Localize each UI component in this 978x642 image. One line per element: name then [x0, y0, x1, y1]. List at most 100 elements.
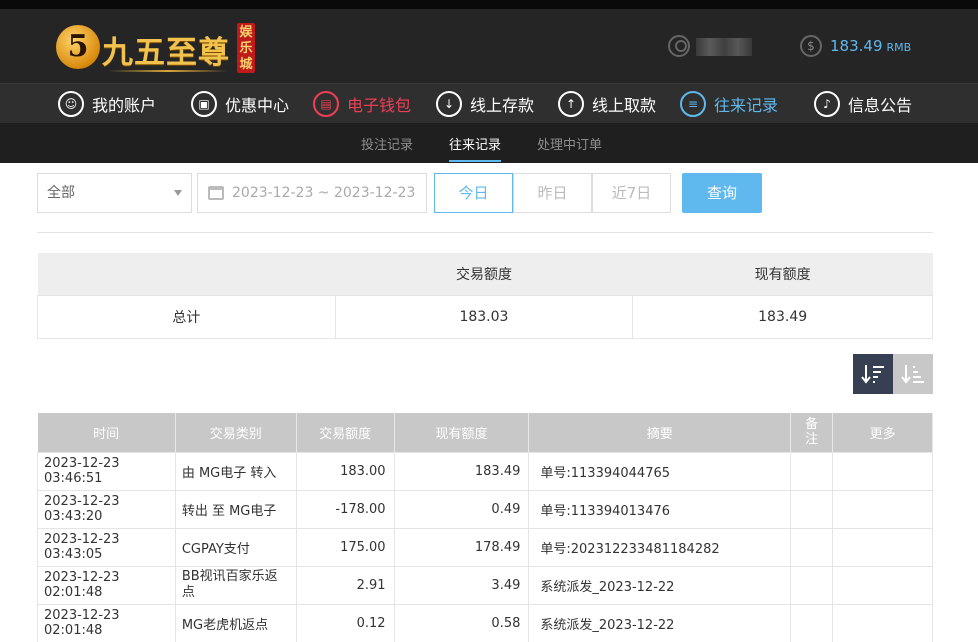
sub-nav: 投注记录 往来记录 处理中订单 — [0, 123, 978, 163]
cell-remark — [790, 451, 834, 491]
cell-more[interactable] — [832, 603, 933, 642]
sort-descending-button[interactable] — [853, 354, 893, 394]
balance-icon: $ — [800, 35, 822, 57]
cell-remark — [790, 603, 834, 642]
cell-summary: 单号:202312233481184282 — [528, 527, 792, 567]
col-header-type: 交易类别 — [175, 413, 297, 452]
cell-type: 由 MG电子 转入 — [174, 451, 297, 491]
yesterday-button[interactable]: 昨日 — [513, 173, 592, 213]
transaction-type-select[interactable]: 全部 — [37, 173, 192, 213]
nav-label: 电子钱包 — [347, 96, 412, 115]
tab-bet-records[interactable]: 投注记录 — [361, 134, 413, 153]
cell-type: MG老虎机返点 — [174, 603, 297, 642]
sort-descending-icon — [861, 365, 884, 384]
cell-more[interactable] — [832, 527, 933, 567]
summary-row: 总计 183.03 183.49 — [37, 294, 933, 339]
table-row: 2023-12-23 03:43:05 CGPAY支付 175.00 178.4… — [37, 527, 933, 567]
cell-balance: 0.58 — [393, 603, 530, 642]
user-avatar-icon — [668, 35, 690, 57]
col-header-amount: 交易额度 — [296, 413, 395, 452]
nav-my-account[interactable]: ☺ 我的账户 — [58, 90, 156, 118]
cell-summary: 系统派发_2023-12-22 — [528, 603, 792, 642]
col-header-more: 更多 — [832, 413, 933, 452]
summary-header: 交易额度 — [335, 253, 633, 295]
gift-icon: ▣ — [191, 91, 217, 117]
cell-summary: 单号:113394044765 — [528, 451, 792, 491]
last-7-days-button[interactable]: 近7日 — [592, 173, 671, 213]
logo-badge: 娱乐城 — [237, 23, 255, 73]
summary-cell: 183.49 — [632, 294, 933, 339]
col-header-summary: 摘要 — [528, 413, 792, 452]
logo-flourish — [108, 70, 228, 72]
sort-ascending-button[interactable] — [893, 354, 933, 394]
cell-more[interactable] — [832, 565, 933, 605]
nav-online-withdraw[interactable]: ↑ 线上取款 — [558, 90, 656, 118]
nav-label: 我的账户 — [92, 96, 157, 115]
cell-type: 转出 至 MG电子 — [174, 489, 297, 529]
chevron-down-icon — [174, 190, 182, 196]
cell-time: 2023-12-23 03:46:51 — [37, 451, 176, 491]
cell-remark — [790, 489, 834, 529]
nav-transaction-records[interactable]: ≡ 往来记录 — [680, 90, 778, 118]
date-range-input[interactable]: 2023-12-23 ~ 2023-12-23 — [197, 173, 427, 213]
cell-amount: 175.00 — [295, 527, 395, 567]
site-header: 5 九五至尊 娱乐城 $ 183.49 RMB — [0, 9, 978, 83]
cell-amount: -178.00 — [295, 489, 395, 529]
cell-summary: 系统派发_2023-12-22 — [528, 565, 792, 605]
summary-cell: 183.03 — [334, 294, 634, 339]
record-icon: ≡ — [680, 91, 706, 117]
logo-text: 九五至尊 — [102, 35, 230, 71]
tab-pending-orders[interactable]: 处理中订单 — [537, 134, 602, 153]
cell-type: BB视讯百家乐返点 — [174, 565, 297, 605]
calendar-icon — [208, 186, 224, 200]
username-redacted — [696, 38, 752, 56]
nav-e-wallet[interactable]: ▤ 电子钱包 — [313, 90, 411, 118]
nav-label: 信息公告 — [848, 96, 913, 115]
deposit-icon: ↓ — [436, 91, 462, 117]
balance-amount: 183.49 — [830, 37, 883, 55]
today-button[interactable]: 今日 — [434, 173, 513, 213]
query-button[interactable]: 查询 — [682, 173, 762, 213]
withdraw-icon: ↑ — [558, 91, 584, 117]
cell-time: 2023-12-23 03:43:20 — [37, 489, 176, 529]
cell-amount: 0.12 — [295, 603, 395, 642]
cell-balance: 0.49 — [393, 489, 530, 529]
col-header-time: 时间 — [37, 413, 176, 452]
cell-type: CGPAY支付 — [174, 527, 297, 567]
select-value: 全部 — [47, 185, 75, 201]
nav-promotions[interactable]: ▣ 优惠中心 — [191, 90, 289, 118]
cell-remark — [790, 565, 834, 605]
cell-time: 2023-12-23 02:01:48 — [37, 603, 176, 642]
table-row: 2023-12-23 02:01:48 MG老虎机返点 0.12 0.58 系统… — [37, 603, 933, 642]
cell-summary: 单号:113394013476 — [528, 489, 792, 529]
site-logo[interactable]: 5 九五至尊 娱乐城 — [56, 19, 256, 79]
nav-online-deposit[interactable]: ↓ 线上存款 — [436, 90, 534, 118]
summary-header: 现有额度 — [632, 253, 933, 295]
summary-header — [37, 253, 336, 295]
cell-balance: 3.49 — [393, 565, 530, 605]
cell-balance: 183.49 — [393, 451, 530, 491]
nav-label: 优惠中心 — [225, 96, 290, 115]
records-table: 时间 交易类别 交易额度 现有额度 摘要 备注 更多 2023-12-23 03… — [37, 413, 933, 642]
user-icon: ☺ — [58, 91, 84, 117]
table-row: 2023-12-23 03:43:20 转出 至 MG电子 -178.00 0.… — [37, 489, 933, 529]
summary-table: 交易额度 现有额度 总计 183.03 183.49 — [37, 253, 933, 339]
bell-icon: ♪ — [814, 91, 840, 117]
date-range-value: 2023-12-23 ~ 2023-12-23 — [232, 185, 416, 201]
cell-more[interactable] — [832, 489, 933, 529]
table-row: 2023-12-23 03:46:51 由 MG电子 转入 183.00 183… — [37, 451, 933, 491]
table-row: 2023-12-23 02:01:48 BB视讯百家乐返点 2.91 3.49 … — [37, 565, 933, 605]
top-strip — [0, 0, 978, 9]
cell-amount: 2.91 — [295, 565, 395, 605]
main-nav: ☺ 我的账户 ▣ 优惠中心 ▤ 电子钱包 ↓ 线上存款 ↑ 线上取款 ≡ 往来记… — [0, 83, 978, 123]
cell-time: 2023-12-23 03:43:05 — [37, 527, 176, 567]
sort-ascending-icon — [901, 365, 924, 384]
cell-more[interactable] — [832, 451, 933, 491]
wallet-icon: ▤ — [313, 91, 339, 117]
cell-amount: 183.00 — [295, 451, 395, 491]
logo-emblem: 5 — [56, 25, 100, 69]
divider — [37, 232, 933, 233]
summary-cell: 总计 — [37, 294, 336, 339]
tab-transaction-records[interactable]: 往来记录 — [449, 134, 502, 162]
nav-announcements[interactable]: ♪ 信息公告 — [814, 90, 912, 118]
